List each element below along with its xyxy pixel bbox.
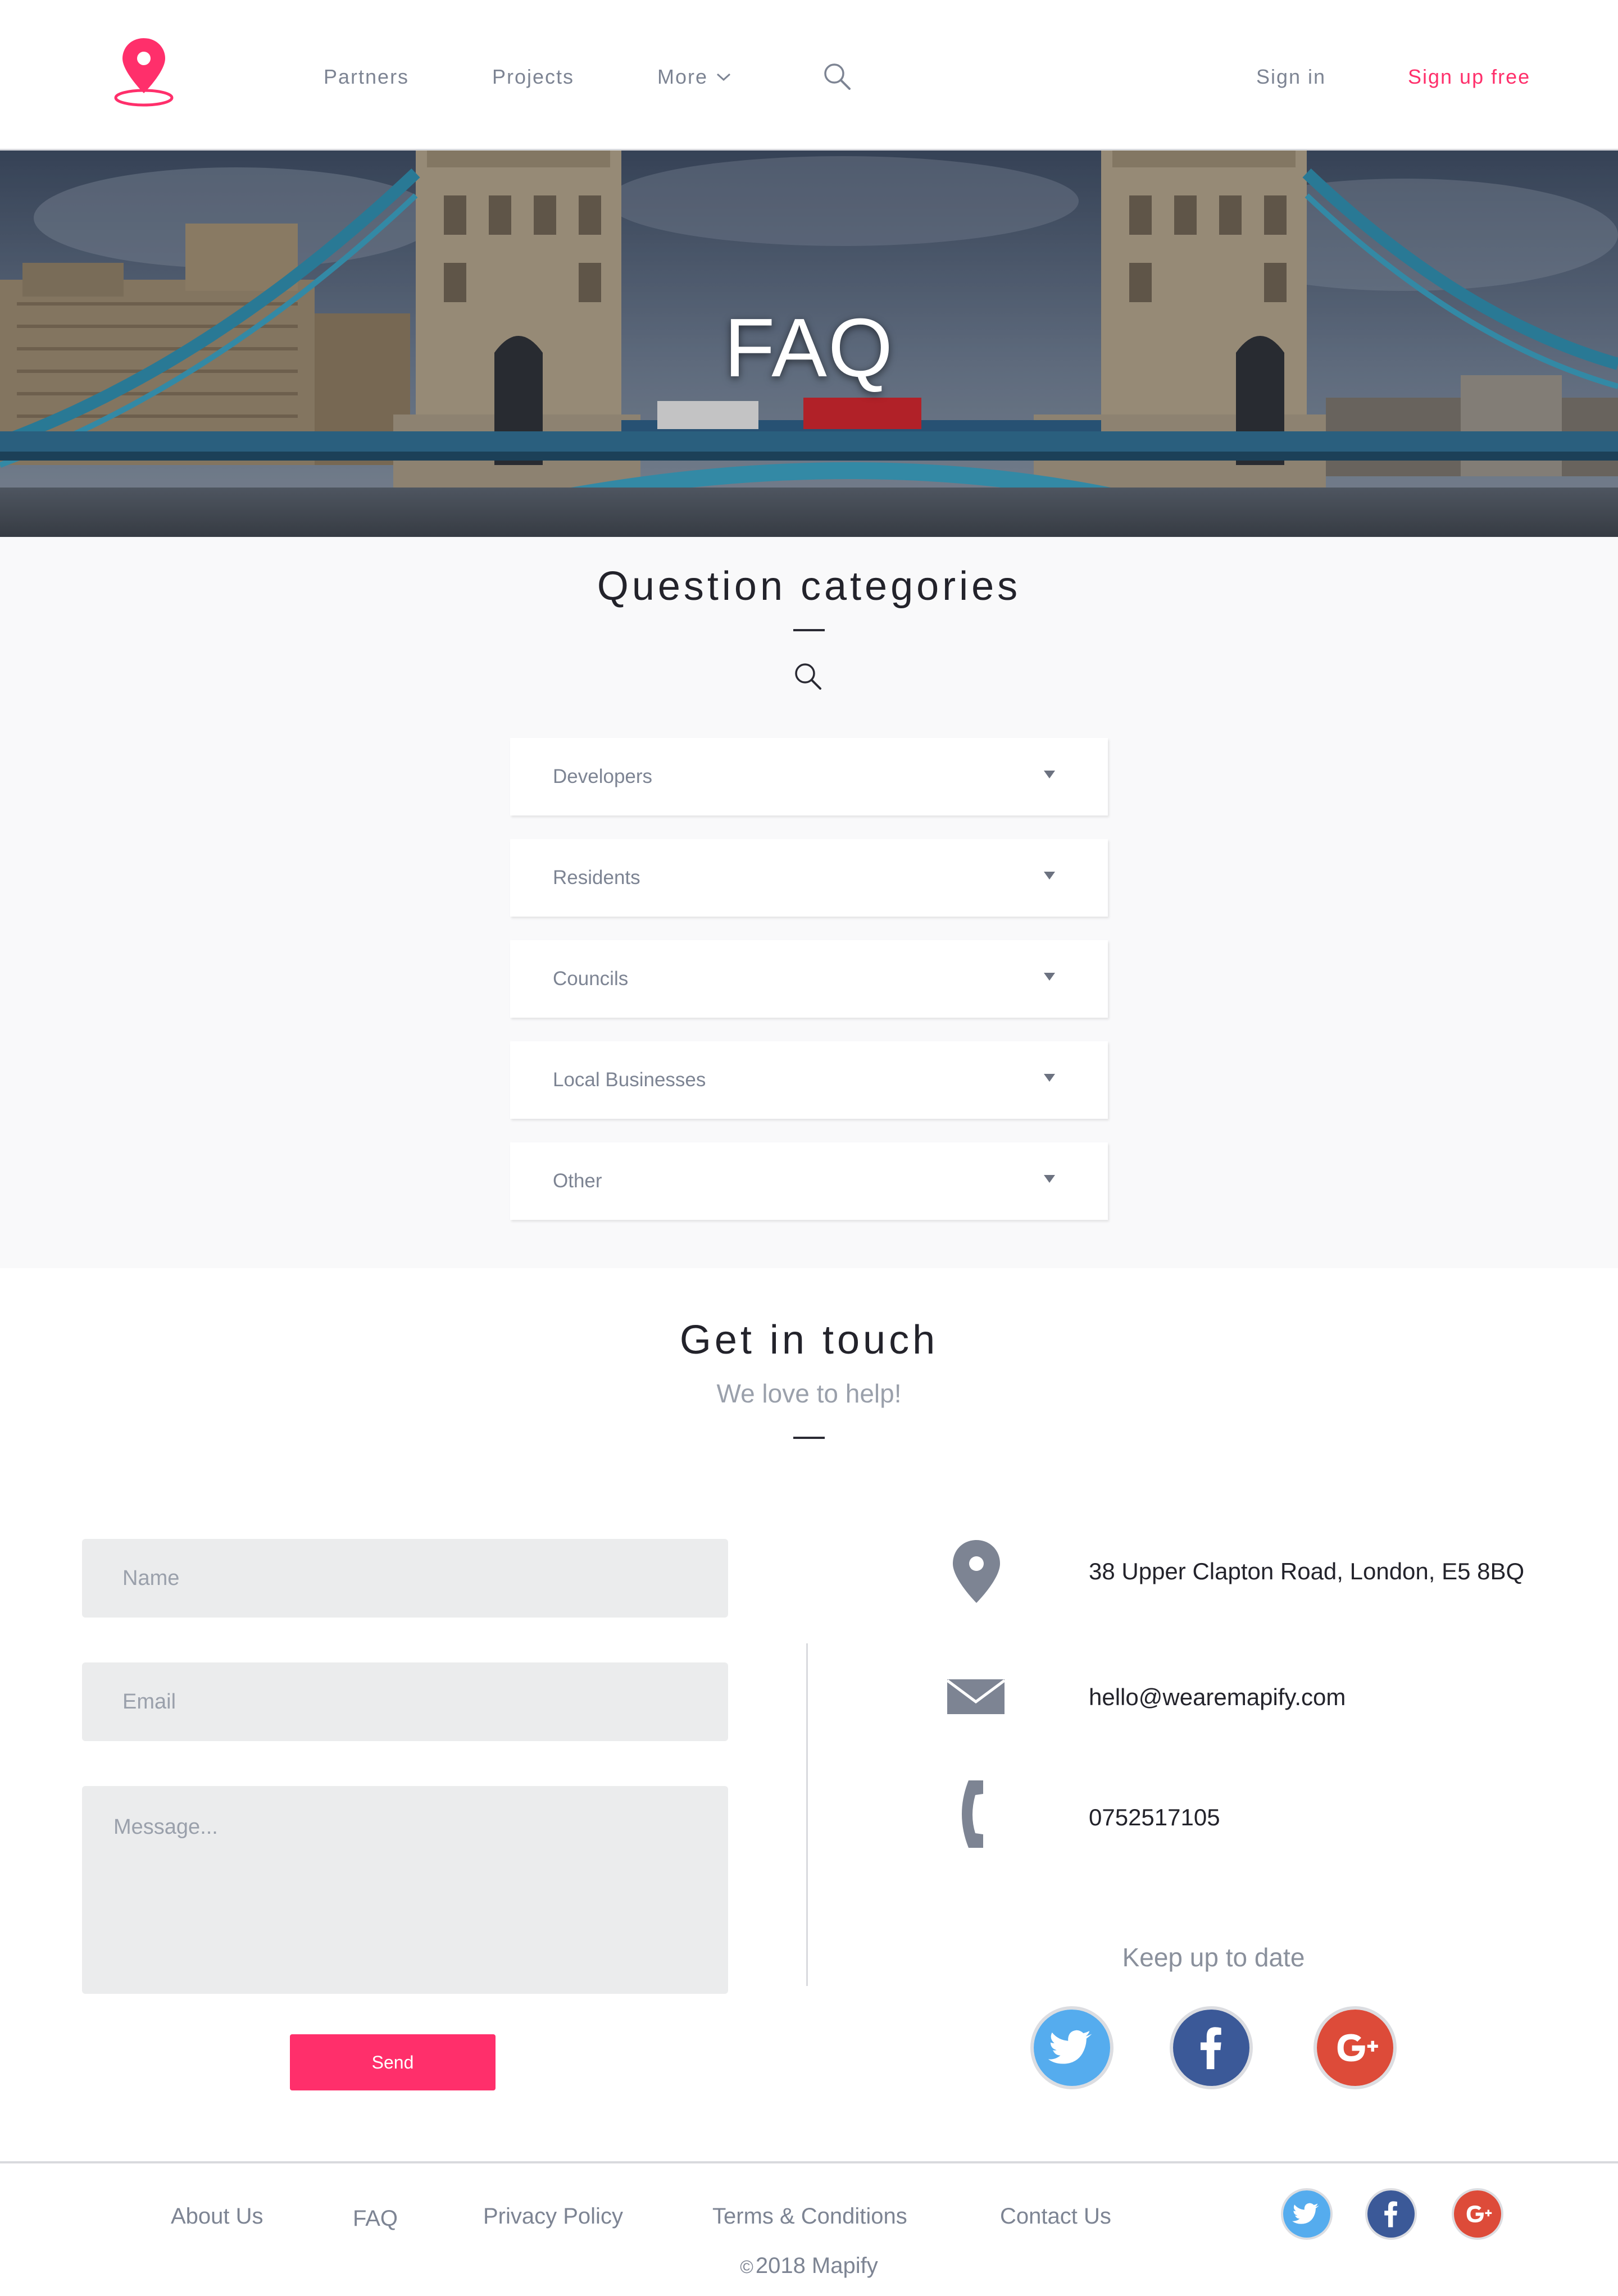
google-plus-button[interactable] — [1314, 2006, 1397, 2089]
vertical-divider — [806, 1643, 808, 1986]
name-field[interactable] — [82, 1539, 728, 1618]
chevron-down-icon — [717, 73, 731, 81]
category-label: Councils — [553, 968, 629, 990]
title-divider — [793, 629, 825, 631]
category-councils[interactable]: Councils — [510, 940, 1108, 1018]
caret-down-icon — [1044, 872, 1055, 880]
footer-divider — [0, 2161, 1618, 2163]
nav-link-partners[interactable]: Partners — [324, 63, 409, 91]
twitter-icon — [1034, 2010, 1110, 2086]
nav-link-more[interactable]: More — [657, 63, 731, 91]
nav-link-projects[interactable]: Projects — [492, 63, 574, 91]
footer-link-about-us[interactable]: About Us — [171, 2199, 263, 2233]
category-label: Local Businesses — [553, 1069, 706, 1091]
nav-link-more-label: More — [657, 65, 708, 88]
title-divider — [793, 1437, 825, 1439]
hero-title: FAQ — [724, 302, 894, 394]
send-button[interactable]: Send — [290, 2034, 496, 2090]
search-icon[interactable] — [822, 62, 852, 91]
footer-twitter-button[interactable] — [1281, 2188, 1333, 2240]
caret-down-icon — [1044, 1074, 1055, 1082]
envelope-icon — [946, 1679, 1006, 1714]
email-field[interactable] — [82, 1662, 728, 1741]
sign-in-link[interactable]: Sign in — [1256, 63, 1326, 91]
section-title: Question categories — [597, 564, 1021, 609]
facebook-button[interactable] — [1170, 2006, 1253, 2089]
footer-google-plus-button[interactable] — [1452, 2188, 1503, 2240]
google-plus-icon — [1317, 2010, 1393, 2086]
copyright: © 2018 Mapify — [0, 2249, 1618, 2284]
copyright-text: 2018 Mapify — [755, 2253, 878, 2278]
keep-up-to-date-label: Keep up to date — [1122, 1943, 1305, 1972]
message-field[interactable] — [82, 1786, 728, 1994]
category-label: Other — [553, 1170, 602, 1192]
footer-link-privacy-policy[interactable]: Privacy Policy — [483, 2199, 623, 2233]
category-developers[interactable]: Developers — [510, 738, 1108, 816]
category-other[interactable]: Other — [510, 1142, 1108, 1220]
contact-title: Get in touch — [679, 1318, 939, 1363]
search-icon[interactable] — [793, 662, 822, 691]
caret-down-icon — [1044, 1175, 1055, 1183]
copyright-symbol: © — [740, 2257, 753, 2277]
location-pin-icon — [953, 1540, 1000, 1603]
category-label: Residents — [553, 867, 640, 889]
top-navigation: Partners Projects More Sign in Sign up f… — [0, 0, 1618, 151]
phone-icon — [962, 1780, 983, 1848]
footer-link-contact-us[interactable]: Contact Us — [1000, 2199, 1111, 2233]
caret-down-icon — [1044, 973, 1055, 981]
footer-facebook-button[interactable] — [1365, 2188, 1417, 2240]
category-residents[interactable]: Residents — [510, 839, 1108, 917]
map-pin-logo[interactable] — [112, 35, 175, 108]
hero-banner: FAQ — [0, 151, 1618, 537]
phone-text[interactable]: 0752517105 — [1089, 1801, 1220, 1834]
category-local-businesses[interactable]: Local Businesses — [510, 1041, 1108, 1119]
category-label: Developers — [553, 766, 653, 787]
sign-up-link[interactable]: Sign up free — [1408, 63, 1530, 91]
facebook-icon — [1367, 2190, 1415, 2238]
footer-link-terms[interactable]: Terms & Conditions — [712, 2199, 907, 2233]
twitter-button[interactable] — [1030, 2006, 1113, 2089]
contact-subtitle: We love to help! — [716, 1379, 902, 1408]
footer-link-faq[interactable]: FAQ — [353, 2202, 398, 2235]
facebook-icon — [1173, 2010, 1249, 2086]
twitter-icon — [1283, 2190, 1330, 2238]
email-text[interactable]: hello@wearemapify.com — [1089, 1680, 1346, 1714]
caret-down-icon — [1044, 771, 1055, 778]
google-plus-icon — [1454, 2190, 1501, 2238]
address-text: 38 Upper Clapton Road, London, E5 8BQ — [1089, 1558, 1525, 1584]
